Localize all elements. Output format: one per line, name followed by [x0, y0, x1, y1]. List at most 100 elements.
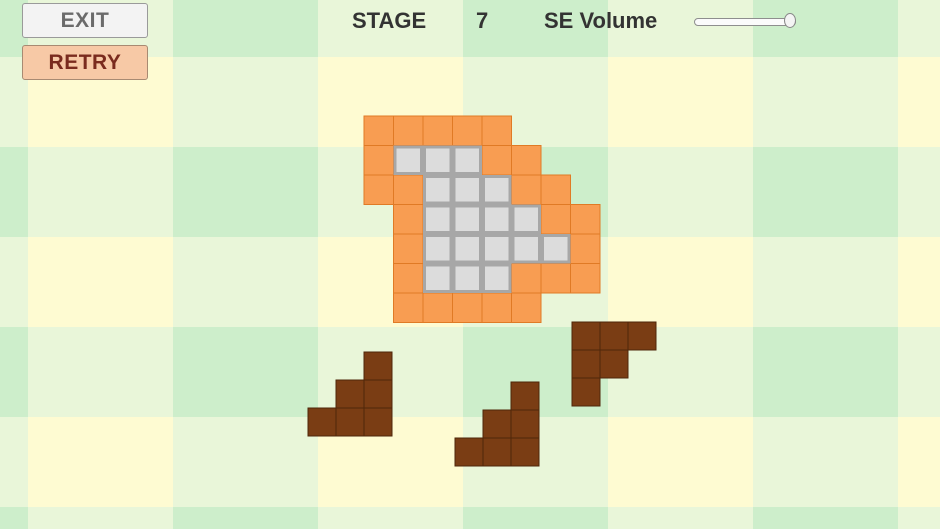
- background-tile: [898, 147, 940, 237]
- background-tile: [898, 327, 940, 417]
- background-tile: [0, 237, 28, 327]
- frame-block: [393, 263, 424, 294]
- frame-block: [540, 174, 571, 205]
- background-tile: [608, 417, 753, 507]
- background-tile: [753, 417, 898, 507]
- background-tile: [898, 507, 940, 529]
- piece-block[interactable]: [335, 407, 365, 437]
- target-cell: [455, 237, 479, 261]
- frame-block: [452, 115, 483, 146]
- frame-block: [422, 292, 453, 323]
- piece-block[interactable]: [363, 379, 393, 409]
- target-cell: [544, 237, 568, 261]
- frame-block: [511, 292, 542, 323]
- background-tile: [898, 237, 940, 327]
- target-cell: [426, 178, 450, 202]
- background-tile: [28, 237, 173, 327]
- frame-block: [511, 145, 542, 176]
- piece-block[interactable]: [363, 407, 393, 437]
- background-tile: [173, 507, 318, 529]
- frame-block: [481, 115, 512, 146]
- target-cell: [426, 148, 450, 172]
- target-cell: [455, 178, 479, 202]
- target-cell: [426, 207, 450, 231]
- background-tile: [753, 507, 898, 529]
- background-tile: [608, 237, 753, 327]
- frame-block: [363, 115, 394, 146]
- piece-block[interactable]: [363, 351, 393, 381]
- background-tile: [463, 507, 608, 529]
- target-cell: [426, 266, 450, 290]
- frame-block: [481, 145, 512, 176]
- background-tile: [753, 237, 898, 327]
- target-cell: [485, 266, 509, 290]
- piece-block[interactable]: [510, 437, 540, 467]
- se-volume-slider[interactable]: [694, 18, 796, 26]
- background-tile: [898, 417, 940, 507]
- frame-block: [570, 204, 601, 235]
- target-cell: [455, 207, 479, 231]
- target-cell: [514, 237, 538, 261]
- background-tile: [173, 327, 318, 417]
- frame-block: [422, 115, 453, 146]
- frame-block: [393, 292, 424, 323]
- target-cell: [396, 148, 420, 172]
- background-tile: [608, 57, 753, 147]
- background-tile: [173, 417, 318, 507]
- frame-block: [393, 115, 424, 146]
- background-tile: [173, 57, 318, 147]
- background-tile: [173, 237, 318, 327]
- piece-block[interactable]: [454, 437, 484, 467]
- piece-block[interactable]: [599, 349, 629, 379]
- exit-button[interactable]: EXIT: [22, 3, 148, 38]
- frame-block: [540, 204, 571, 235]
- background-tile: [608, 147, 753, 237]
- frame-block: [393, 174, 424, 205]
- frame-block: [481, 292, 512, 323]
- frame-block: [363, 145, 394, 176]
- piece-block[interactable]: [571, 349, 601, 379]
- frame-block: [570, 263, 601, 294]
- frame-block: [570, 233, 601, 264]
- target-cell: [426, 237, 450, 261]
- piece-block[interactable]: [510, 409, 540, 439]
- background-tile: [753, 147, 898, 237]
- background-tile: [318, 507, 463, 529]
- se-volume-label: SE Volume: [544, 8, 658, 33]
- frame-block: [452, 292, 483, 323]
- retry-button[interactable]: RETRY: [22, 45, 148, 80]
- target-cell: [455, 266, 479, 290]
- piece-block[interactable]: [307, 407, 337, 437]
- frame-block: [511, 174, 542, 205]
- stage-label: STAGE: [352, 8, 427, 33]
- piece-block[interactable]: [510, 381, 540, 411]
- background-tile: [0, 327, 28, 417]
- piece-block[interactable]: [482, 409, 512, 439]
- target-cell: [485, 178, 509, 202]
- target-cell: [514, 207, 538, 231]
- piece-block[interactable]: [627, 321, 657, 351]
- background-tile: [28, 417, 173, 507]
- target-cell: [455, 148, 479, 172]
- piece-block[interactable]: [482, 437, 512, 467]
- piece-block[interactable]: [571, 377, 601, 407]
- background-tile: [0, 147, 28, 237]
- piece-block[interactable]: [599, 321, 629, 351]
- piece-block[interactable]: [335, 379, 365, 409]
- se-volume-slider-handle[interactable]: [784, 13, 796, 28]
- frame-block: [511, 263, 542, 294]
- background-tile: [898, 57, 940, 147]
- background-tile: [608, 507, 753, 529]
- background-tile: [753, 327, 898, 417]
- stage-number: 7: [476, 8, 489, 33]
- background-tile: [173, 0, 318, 57]
- background-tile: [753, 57, 898, 147]
- target-cell: [485, 207, 509, 231]
- background-tile: [28, 507, 173, 529]
- frame-block: [363, 174, 394, 205]
- background-tile: [0, 507, 28, 529]
- frame-block: [540, 263, 571, 294]
- piece-block[interactable]: [571, 321, 601, 351]
- background-tile: [898, 0, 940, 57]
- background-tile: [28, 147, 173, 237]
